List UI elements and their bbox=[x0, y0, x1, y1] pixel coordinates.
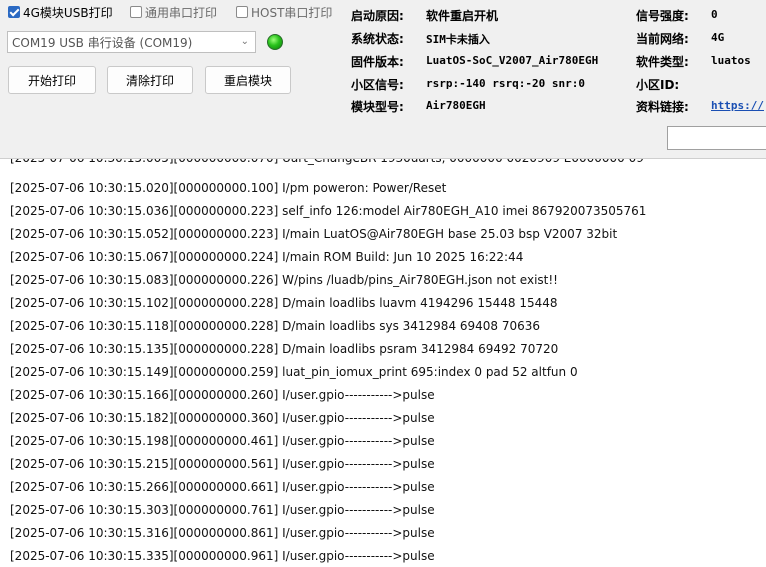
start-print-button[interactable]: 开始打印 bbox=[8, 66, 96, 94]
filter-input[interactable] bbox=[667, 126, 766, 150]
cell-signal-value: rsrp:-140 rsrq:-20 snr:0 bbox=[426, 77, 585, 90]
com-port-selected-value: COM19 USB 串行设备 (COM19) bbox=[12, 35, 193, 50]
log-line: [2025-07-06 10:30:15.020][000000000.100]… bbox=[10, 181, 447, 195]
log-line: [2025-07-06 10:30:15.118][000000000.228]… bbox=[10, 319, 541, 333]
signal-strength-label: 信号强度: bbox=[636, 9, 689, 23]
log-line: [2025-07-06 10:30:15.102][000000000.228]… bbox=[10, 296, 558, 310]
log-line: [2025-07-06 10:30:15.182][000000000.360]… bbox=[10, 411, 435, 425]
log-output[interactable]: [2025-07-06 10:30:15.005][000000000.070]… bbox=[0, 158, 766, 567]
module-model-label: 模块型号: bbox=[351, 100, 404, 114]
module-model-value: Air780EGH bbox=[426, 99, 486, 112]
log-line: [2025-07-06 10:30:15.198][000000000.461]… bbox=[10, 434, 435, 448]
cell-id-label: 小区ID: bbox=[636, 78, 680, 92]
host-print-checkbox[interactable]: HOST串口打印 bbox=[236, 4, 332, 20]
log-line: [2025-07-06 10:30:15.052][000000000.223]… bbox=[10, 227, 618, 241]
chevron-down-icon: ⌄ bbox=[240, 36, 249, 47]
restart-module-button[interactable]: 重启模块 bbox=[205, 66, 291, 94]
firmware-value: LuatOS-SoC_V2007_Air780EGH bbox=[426, 54, 599, 67]
log-line: [2025-07-06 10:30:15.266][000000000.661]… bbox=[10, 480, 435, 494]
system-status-label: 系统状态: bbox=[351, 32, 404, 46]
clear-print-button[interactable]: 清除打印 bbox=[107, 66, 193, 94]
network-value: 4G bbox=[711, 31, 725, 44]
log-line: [2025-07-06 10:30:15.149][000000000.259]… bbox=[10, 365, 578, 379]
firmware-label: 固件版本: bbox=[351, 55, 404, 69]
boot-reason-label: 启动原因: bbox=[351, 9, 404, 23]
uart-print-checkbox[interactable]: 通用串口打印 bbox=[130, 4, 217, 20]
log-line: [2025-07-06 10:30:15.135][000000000.228]… bbox=[10, 342, 559, 356]
checkbox-unchecked-icon bbox=[130, 6, 142, 18]
usb4g-print-checkbox[interactable]: 4G模块USB打印 bbox=[8, 4, 113, 20]
log-line: [2025-07-06 10:30:15.036][000000000.223]… bbox=[10, 204, 647, 218]
signal-strength-value: 0 bbox=[711, 8, 718, 21]
log-line: [2025-07-06 10:30:15.166][000000000.260]… bbox=[10, 388, 435, 402]
checkbox-checked-icon bbox=[8, 6, 20, 18]
connection-status-indicator bbox=[267, 34, 283, 50]
cell-signal-label: 小区信号: bbox=[351, 78, 404, 92]
docs-link-label: 资料链接: bbox=[636, 100, 689, 114]
host-print-label: HOST串口打印 bbox=[251, 5, 333, 20]
log-line: [2025-07-06 10:30:15.083][000000000.226]… bbox=[10, 273, 558, 287]
log-line: [2025-07-06 10:30:15.215][000000000.561]… bbox=[10, 457, 435, 471]
checkbox-unchecked-icon bbox=[236, 6, 248, 18]
network-label: 当前网络: bbox=[636, 32, 689, 46]
uart-print-label: 通用串口打印 bbox=[145, 5, 218, 20]
log-line: [2025-07-06 10:30:15.067][000000000.224]… bbox=[10, 250, 524, 264]
log-line: [2025-07-06 10:30:15.335][000000000.961]… bbox=[10, 549, 435, 563]
software-type-value: luatos bbox=[711, 54, 751, 67]
com-port-select[interactable]: COM19 USB 串行设备 (COM19) ⌄ bbox=[7, 31, 256, 53]
docs-link[interactable]: https:// bbox=[711, 99, 764, 112]
software-type-label: 软件类型: bbox=[636, 55, 689, 69]
log-line: [2025-07-06 10:30:15.316][000000000.861]… bbox=[10, 526, 435, 540]
log-line-partial: [2025-07-06 10:30:15.005][000000000.070]… bbox=[10, 158, 644, 165]
system-status-value: SIM卡未插入 bbox=[426, 33, 490, 46]
log-line: [2025-07-06 10:30:15.303][000000000.761]… bbox=[10, 503, 435, 517]
boot-reason-value: 软件重启开机 bbox=[426, 9, 499, 23]
usb4g-print-label: 4G模块USB打印 bbox=[23, 5, 113, 20]
